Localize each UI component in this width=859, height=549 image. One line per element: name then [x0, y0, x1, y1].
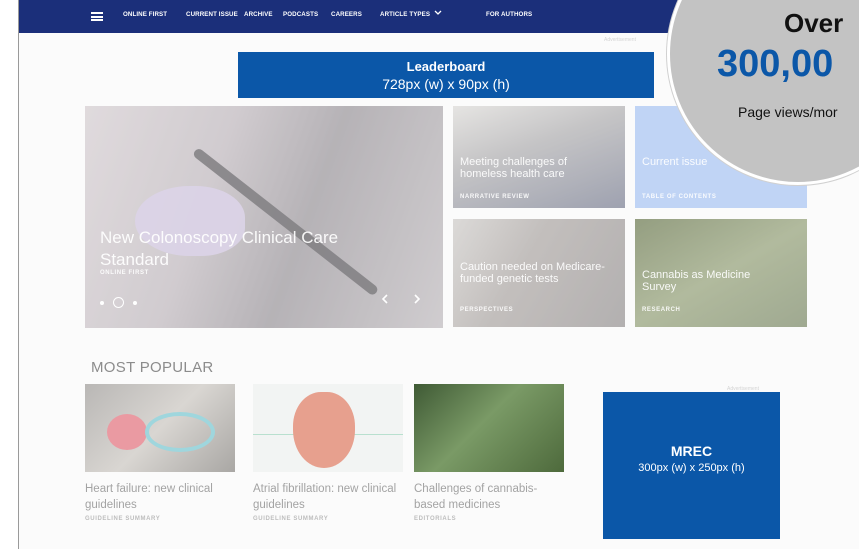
- advertisement-label: Advertisement: [604, 37, 636, 43]
- nav-current-issue[interactable]: CURRENT ISSUE: [186, 11, 238, 18]
- tile-tag: NARRATIVE REVIEW: [460, 194, 530, 200]
- most-popular-heading: MOST POPULAR: [91, 359, 214, 376]
- nav-archive[interactable]: ARCHIVE: [244, 11, 273, 18]
- nav-for-authors[interactable]: FOR AUTHORS: [486, 11, 532, 18]
- tile-title: Current issue: [642, 156, 708, 168]
- carousel-dot-active[interactable]: [113, 297, 124, 308]
- chevron-right-icon[interactable]: [413, 293, 421, 307]
- tile-tag: TABLE OF CONTENTS: [642, 194, 717, 200]
- cannabis-leaf-image: [414, 384, 564, 472]
- tile-title: Meeting challenges of homeless health ca…: [460, 156, 568, 180]
- tile-tag: RESEARCH: [642, 307, 681, 313]
- popular-card-tag: GUIDELINE SUMMARY: [85, 516, 161, 522]
- tile-title: Caution needed on Medicare-funded geneti…: [460, 261, 605, 285]
- mrec-title: MREC: [670, 443, 713, 459]
- heart-stethoscope-image: [85, 384, 235, 472]
- popular-card[interactable]: Atrial fibrillation: new clinical guidel…: [253, 384, 403, 522]
- popular-card-title[interactable]: Heart failure: new clinical guidelines: [85, 481, 235, 513]
- popular-card-title[interactable]: Atrial fibrillation: new clinical guidel…: [253, 481, 403, 513]
- hero-title: New Colonoscopy Clinical Care Standard: [100, 228, 339, 269]
- nav-online-first[interactable]: ONLINE FIRST: [123, 11, 167, 18]
- carousel-dots: [100, 297, 137, 308]
- hero-feature[interactable]: New Colonoscopy Clinical Care Standard O…: [85, 106, 443, 328]
- heart-ecg-image: [253, 384, 403, 472]
- popular-card-tag: EDITORIALS: [414, 516, 457, 522]
- badge-number: 300,00: [717, 43, 834, 85]
- nav-podcasts[interactable]: PODCASTS: [283, 11, 318, 18]
- nav-article-types-label: ARTICLE TYPES: [380, 11, 431, 18]
- hero-tag: ONLINE FIRST: [100, 270, 149, 276]
- tile-title: Cannabis as Medicine Survey: [642, 269, 751, 293]
- carousel-dot[interactable]: [100, 300, 104, 305]
- leaderboard-ad[interactable]: Leaderboard 728px (w) x 90px (h): [238, 52, 654, 98]
- carousel-dot[interactable]: [133, 300, 137, 305]
- nav-article-types[interactable]: ARTICLE TYPES: [380, 10, 442, 18]
- popular-card[interactable]: Challenges of cannabis-based medicines E…: [414, 384, 564, 522]
- tile-homeless-health[interactable]: Meeting challenges of homeless health ca…: [453, 106, 625, 208]
- nav-careers[interactable]: CAREERS: [331, 11, 362, 18]
- badge-over-text: Over: [784, 8, 844, 38]
- tile-tag: PERSPECTIVES: [460, 307, 514, 313]
- tile-cannabis-survey[interactable]: Cannabis as Medicine Survey RESEARCH: [635, 219, 807, 327]
- mrec-ad[interactable]: MREC 300px (w) x 250px (h): [603, 392, 780, 539]
- popular-card-title[interactable]: Challenges of cannabis-based medicines: [414, 481, 564, 513]
- page-frame: ONLINE FIRST CURRENT ISSUE ARCHIVE PODCA…: [18, 0, 859, 549]
- badge-caption: Page views/mor: [738, 104, 838, 120]
- chevron-left-icon[interactable]: [381, 293, 389, 307]
- chevron-down-icon: [434, 10, 442, 17]
- mrec-size: 300px (w) x 250px (h): [638, 462, 745, 474]
- popular-card-tag: GUIDELINE SUMMARY: [253, 516, 329, 522]
- tile-genetic-tests[interactable]: Caution needed on Medicare-funded geneti…: [453, 219, 625, 327]
- leaderboard-size: 728px (w) x 90px (h): [382, 76, 510, 92]
- hamburger-menu-icon[interactable]: [91, 12, 103, 21]
- popular-card[interactable]: Heart failure: new clinical guidelines G…: [85, 384, 235, 522]
- leaderboard-title: Leaderboard: [406, 59, 486, 74]
